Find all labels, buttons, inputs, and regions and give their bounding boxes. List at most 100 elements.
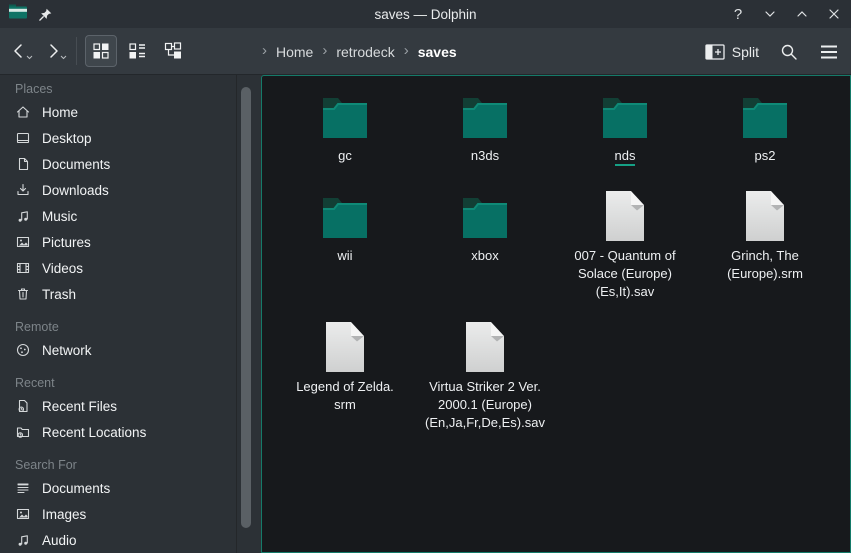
sidebar-item-pictures[interactable]: Pictures <box>0 229 261 255</box>
maximize-button[interactable] <box>791 3 813 25</box>
forward-button[interactable] <box>38 35 68 67</box>
item-label: Grinch, The <box>727 247 803 265</box>
recent-files-icon <box>15 398 31 414</box>
folder-item-n3ds[interactable]: n3ds <box>415 86 555 165</box>
sidebar-item-recent-locations[interactable]: Recent Locations <box>0 419 261 445</box>
item-label: ps2 <box>755 147 776 165</box>
toolbar: › Home › retrodeck › saves Split <box>0 28 851 75</box>
help-button[interactable]: ? <box>727 3 749 25</box>
sidebar-item-videos[interactable]: Videos <box>0 255 261 281</box>
sidebar-item-music[interactable]: Music <box>0 203 261 229</box>
folder-item-ps2[interactable]: ps2 <box>695 86 835 165</box>
videos-icon <box>15 260 31 276</box>
forward-history-caret[interactable] <box>60 47 67 65</box>
back-history-caret[interactable] <box>26 47 33 65</box>
sidebar-scrollbar[interactable] <box>241 87 251 528</box>
folder-icon <box>740 86 790 142</box>
minimize-button[interactable] <box>759 3 781 25</box>
sidebar-item-label: Music <box>42 209 77 224</box>
file-item-legend-of-zelda[interactable]: Legend of Zelda. srm <box>275 317 415 432</box>
icons-view-button[interactable] <box>85 35 117 67</box>
file-icon <box>745 186 785 242</box>
breadcrumb-chevron-icon: › <box>262 43 267 58</box>
folder-icon <box>460 86 510 142</box>
sidebar-item-label: Recent Files <box>42 399 117 414</box>
search-images-icon <box>15 506 31 522</box>
folder-view[interactable]: gc n3ds nds ps2 <box>261 75 851 553</box>
sidebar-item-downloads[interactable]: Downloads <box>0 177 261 203</box>
hamburger-icon <box>819 44 839 60</box>
breadcrumb-retrodeck[interactable]: retrodeck <box>336 44 394 60</box>
sidebar-item-search-images[interactable]: Images <box>0 501 261 527</box>
sidebar-item-network[interactable]: Network <box>0 337 261 363</box>
item-label: nds <box>615 148 636 166</box>
magnifier-icon <box>779 42 799 62</box>
search-audio-icon <box>15 532 31 548</box>
file-icon <box>465 317 505 373</box>
file-icon <box>325 317 365 373</box>
sidebar-item-documents[interactable]: Documents <box>0 151 261 177</box>
item-label: (Es,It).sav <box>574 283 675 301</box>
folder-item-xbox[interactable]: xbox <box>415 186 555 301</box>
search-documents-icon <box>15 480 31 496</box>
sidebar-item-home[interactable]: Home <box>0 99 261 125</box>
dolphin-app-icon <box>8 3 28 25</box>
file-item-grinch-the[interactable]: Grinch, The (Europe).srm <box>695 186 835 301</box>
section-title: Places <box>0 75 261 99</box>
sidebar-item-label: Videos <box>42 261 83 276</box>
item-label: Legend of Zelda. <box>296 378 394 396</box>
network-icon <box>15 342 31 358</box>
breadcrumb-chevron-icon: › <box>322 43 327 58</box>
section-remote: Remote Network <box>0 307 261 363</box>
panel-separator <box>236 75 237 553</box>
menu-button[interactable] <box>819 44 839 60</box>
window-title: saves — Dolphin <box>0 7 851 22</box>
sidebar-item-label: Images <box>42 507 86 522</box>
home-icon <box>15 104 31 120</box>
item-label: (Europe).srm <box>727 265 803 283</box>
folder-item-nds[interactable]: nds <box>555 86 695 165</box>
sidebar-item-label: Pictures <box>42 235 91 250</box>
section-title: Search For <box>0 445 261 475</box>
sidebar-item-trash[interactable]: Trash <box>0 281 261 307</box>
split-button[interactable]: Split <box>705 44 759 60</box>
item-label: 007 - Quantum of <box>574 247 675 265</box>
sidebar-item-desktop[interactable]: Desktop <box>0 125 261 151</box>
item-label: n3ds <box>471 147 499 165</box>
compact-view-button[interactable] <box>121 35 153 67</box>
sidebar-item-search-documents[interactable]: Documents <box>0 475 261 501</box>
sidebar-item-label: Network <box>42 343 92 358</box>
item-label: (En,Ja,Fr,De,Es).sav <box>425 414 545 432</box>
sidebar-item-label: Downloads <box>42 183 109 198</box>
places-panel: Places Home Desktop Documents Downloads … <box>0 75 261 553</box>
sidebar-item-search-audio[interactable]: Audio <box>0 527 261 553</box>
item-label: gc <box>338 147 352 165</box>
section-title: Remote <box>0 307 261 337</box>
documents-icon <box>15 156 31 172</box>
back-button[interactable] <box>4 35 34 67</box>
file-icon <box>605 186 645 242</box>
item-label: 2000.1 (Europe) <box>425 396 545 414</box>
breadcrumb-saves[interactable]: saves <box>418 44 457 60</box>
item-label: wii <box>337 247 352 265</box>
folder-icon <box>460 186 510 242</box>
breadcrumb: › Home › retrodeck › saves <box>262 28 457 75</box>
folder-item-gc[interactable]: gc <box>275 86 415 165</box>
details-view-button[interactable] <box>157 35 189 67</box>
titlebar: saves — Dolphin ? <box>0 0 851 28</box>
file-item-virtua-striker-2[interactable]: Virtua Striker 2 Ver. 2000.1 (Europe) (E… <box>415 317 555 432</box>
sidebar-item-label: Audio <box>42 533 77 548</box>
breadcrumb-home[interactable]: Home <box>276 44 313 60</box>
sidebar-item-label: Home <box>42 105 78 120</box>
desktop-icon <box>15 130 31 146</box>
close-button[interactable] <box>823 3 845 25</box>
dolphin-window: saves — Dolphin ? <box>0 0 851 553</box>
recent-locations-icon <box>15 424 31 440</box>
sidebar-item-recent-files[interactable]: Recent Files <box>0 393 261 419</box>
file-item-007-quantum-of-solace[interactable]: 007 - Quantum of Solace (Europe) (Es,It)… <box>555 186 695 301</box>
search-button[interactable] <box>779 42 799 62</box>
pushpin-icon[interactable] <box>38 7 53 22</box>
item-label: xbox <box>471 247 498 265</box>
folder-item-wii[interactable]: wii <box>275 186 415 301</box>
folder-icon <box>600 86 650 142</box>
